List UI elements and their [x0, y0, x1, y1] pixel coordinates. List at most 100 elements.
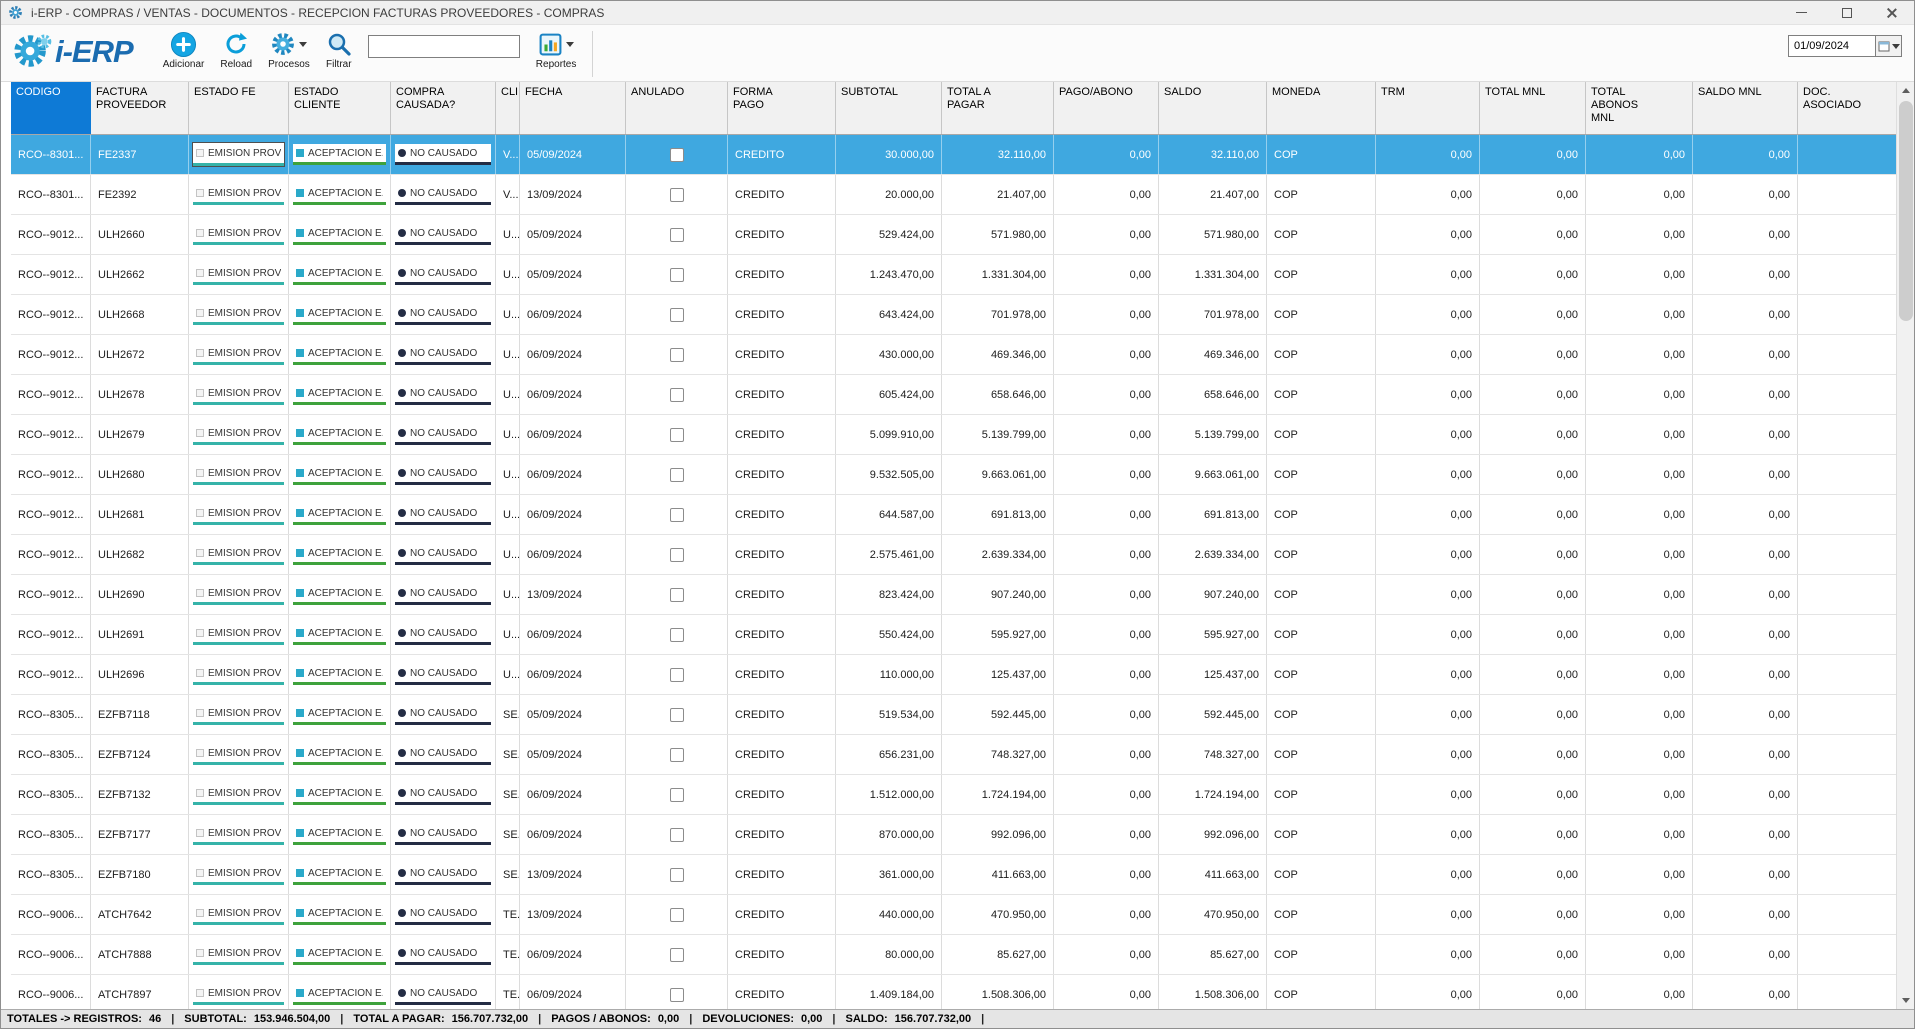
cell-trm: 0,00	[1376, 615, 1480, 654]
status-badge-cliente: ACEPTACION E...	[293, 264, 386, 285]
cell-codigo: RCO--9012...	[11, 375, 91, 414]
column-header-doc-asociado[interactable]: DOC. ASOCIADO	[1798, 82, 1898, 134]
column-header-total-a-pagar[interactable]: TOTAL A PAGAR	[942, 82, 1054, 134]
cell-total-mnl: 0,00	[1480, 295, 1586, 334]
anulado-checkbox[interactable]	[669, 307, 684, 322]
reload-button[interactable]: Reload	[220, 30, 252, 70]
date-dropdown-button[interactable]	[1876, 35, 1902, 57]
anulado-checkbox[interactable]	[669, 267, 684, 282]
table-row[interactable]: RCO--9012... ULH2696 EMISION PROV ACEPTACIO…	[11, 655, 1898, 695]
table-row[interactable]: RCO--8301... FE2392 EMISION PROV ACEPTACION…	[11, 175, 1898, 215]
table-row[interactable]: RCO--8305... EZFB7124 EMISION PROV ACEPTACI…	[11, 735, 1898, 775]
table-row[interactable]: RCO--9012... ULH2691 EMISION PROV ACEPTACIO…	[11, 615, 1898, 655]
adicionar-button[interactable]: Adicionar	[163, 30, 204, 70]
minimize-button[interactable]	[1779, 1, 1824, 24]
table-row[interactable]: RCO--8301... FE2337 EMISION PROV ACEPTACION…	[11, 135, 1898, 175]
cell-doc-asociado	[1798, 695, 1898, 734]
date-input[interactable]	[1788, 35, 1876, 57]
close-button[interactable]	[1869, 1, 1914, 24]
maximize-button[interactable]	[1824, 1, 1869, 24]
table-row[interactable]: RCO--9006... ATCH7642 EMISION PROV ACEPTACI…	[11, 895, 1898, 935]
cell-codigo: RCO--8305...	[11, 855, 91, 894]
status-total-value: 153.946.504,00	[253, 1013, 331, 1025]
table-row[interactable]: RCO--8305... EZFB7177 EMISION PROV ACEPTACI…	[11, 815, 1898, 855]
cell-total-a-pagar: 21.407,00	[942, 175, 1054, 214]
column-header-subtotal[interactable]: SUBTOTAL	[836, 82, 942, 134]
scrollbar-thumb[interactable]	[1898, 101, 1913, 321]
table-row[interactable]: RCO--9012... ULH2679 EMISION PROV ACEPTACIO…	[11, 415, 1898, 455]
cell-estado-fe: EMISION PROV	[189, 615, 289, 654]
anulado-checkbox[interactable]	[669, 987, 684, 1002]
column-header-estado-cliente[interactable]: ESTADO CLIENTE	[289, 82, 391, 134]
column-header-total-abonos-mnl[interactable]: TOTAL ABONOS MNL	[1586, 82, 1693, 134]
scroll-down-button[interactable]	[1897, 992, 1914, 1009]
table-row[interactable]: RCO--9006... ATCH7888 EMISION PROV ACEPTACI…	[11, 935, 1898, 975]
anulado-checkbox[interactable]	[669, 147, 684, 162]
cell-total-abonos-mnl: 0,00	[1586, 415, 1693, 454]
cell-total-a-pagar: 592.445,00	[942, 695, 1054, 734]
column-header-trm[interactable]: TRM	[1376, 82, 1480, 134]
column-header-moneda[interactable]: MONEDA	[1267, 82, 1376, 134]
table-row[interactable]: RCO--9012... ULH2662 EMISION PROV ACEPTACIO…	[11, 255, 1898, 295]
anulado-checkbox[interactable]	[669, 187, 684, 202]
table-row[interactable]: RCO--9012... ULH2680 EMISION PROV ACEPTACIO…	[11, 455, 1898, 495]
anulado-checkbox[interactable]	[669, 747, 684, 762]
table-row[interactable]: RCO--9012... ULH2668 EMISION PROV ACEPTACIO…	[11, 295, 1898, 335]
column-header-saldo[interactable]: SALDO	[1159, 82, 1267, 134]
cell-saldo: 411.663,00	[1159, 855, 1267, 894]
table-row[interactable]: RCO--9006... ATCH7897 EMISION PROV ACEPTACI…	[11, 975, 1898, 1009]
scroll-up-button[interactable]	[1897, 82, 1914, 99]
anulado-checkbox[interactable]	[669, 547, 684, 562]
column-header-cli[interactable]: CLI...	[496, 82, 520, 134]
cell-moneda: COP	[1267, 895, 1376, 934]
procesos-button[interactable]: Procesos	[268, 30, 310, 70]
table-row[interactable]: RCO--8305... EZFB7118 EMISION PROV ACEPTACI…	[11, 695, 1898, 735]
column-header-estado-fe[interactable]: ESTADO FE	[189, 82, 289, 134]
anulado-checkbox[interactable]	[669, 387, 684, 402]
filter-input[interactable]	[367, 35, 520, 58]
column-header-anulado[interactable]: ANULADO	[626, 82, 728, 134]
anulado-checkbox[interactable]	[669, 347, 684, 362]
cell-subtotal: 605.424,00	[836, 375, 942, 414]
filtrar-button[interactable]: Filtrar	[326, 30, 352, 70]
table-row[interactable]: RCO--9012... ULH2682 EMISION PROV ACEPTACIO…	[11, 535, 1898, 575]
anulado-checkbox[interactable]	[669, 627, 684, 642]
table-row[interactable]: RCO--8305... EZFB7132 EMISION PROV ACEPTACI…	[11, 775, 1898, 815]
anulado-checkbox[interactable]	[669, 707, 684, 722]
column-header-codigo[interactable]: CODIGO	[11, 82, 91, 134]
cell-moneda: COP	[1267, 215, 1376, 254]
table-row[interactable]: RCO--9012... ULH2678 EMISION PROV ACEPTACIO…	[11, 375, 1898, 415]
status-square-icon	[296, 669, 304, 677]
column-header-compra-causada[interactable]: COMPRA CAUSADA?	[391, 82, 496, 134]
table-row[interactable]: RCO--9012... ULH2672 EMISION PROV ACEPTACIO…	[11, 335, 1898, 375]
anulado-checkbox[interactable]	[669, 507, 684, 522]
table-row[interactable]: RCO--9012... ULH2690 EMISION PROV ACEPTACIO…	[11, 575, 1898, 615]
cell-total-a-pagar: 701.978,00	[942, 295, 1054, 334]
anulado-checkbox[interactable]	[669, 587, 684, 602]
anulado-checkbox[interactable]	[669, 427, 684, 442]
reportes-button[interactable]: Reportes	[536, 30, 576, 70]
table-row[interactable]: RCO--8305... EZFB7180 EMISION PROV ACEPTACI…	[11, 855, 1898, 895]
anulado-checkbox[interactable]	[669, 827, 684, 842]
table-row[interactable]: RCO--9012... ULH2681 EMISION PROV ACEPTACIO…	[11, 495, 1898, 535]
column-header-total-mnl[interactable]: TOTAL MNL	[1480, 82, 1586, 134]
anulado-checkbox[interactable]	[669, 467, 684, 482]
anulado-checkbox[interactable]	[669, 667, 684, 682]
column-header-factura-proveedor[interactable]: FACTURA PROVEEDOR	[91, 82, 189, 134]
cell-moneda: COP	[1267, 935, 1376, 974]
anulado-checkbox[interactable]	[669, 867, 684, 882]
column-header-saldo-mnl[interactable]: SALDO MNL	[1693, 82, 1798, 134]
status-square-icon	[196, 909, 204, 917]
status-square-icon	[196, 669, 204, 677]
cell-total-mnl: 0,00	[1480, 495, 1586, 534]
anulado-checkbox[interactable]	[669, 907, 684, 922]
cell-moneda: COP	[1267, 255, 1376, 294]
table-row[interactable]: RCO--9012... ULH2660 EMISION PROV ACEPTACIO…	[11, 215, 1898, 255]
column-header-pago-abono[interactable]: PAGO/ABONO	[1054, 82, 1159, 134]
anulado-checkbox[interactable]	[669, 787, 684, 802]
anulado-checkbox[interactable]	[669, 947, 684, 962]
column-header-forma-pago[interactable]: FORMA PAGO	[728, 82, 836, 134]
vertical-scrollbar[interactable]	[1896, 82, 1914, 1009]
column-header-fecha[interactable]: FECHA	[520, 82, 626, 134]
anulado-checkbox[interactable]	[669, 227, 684, 242]
